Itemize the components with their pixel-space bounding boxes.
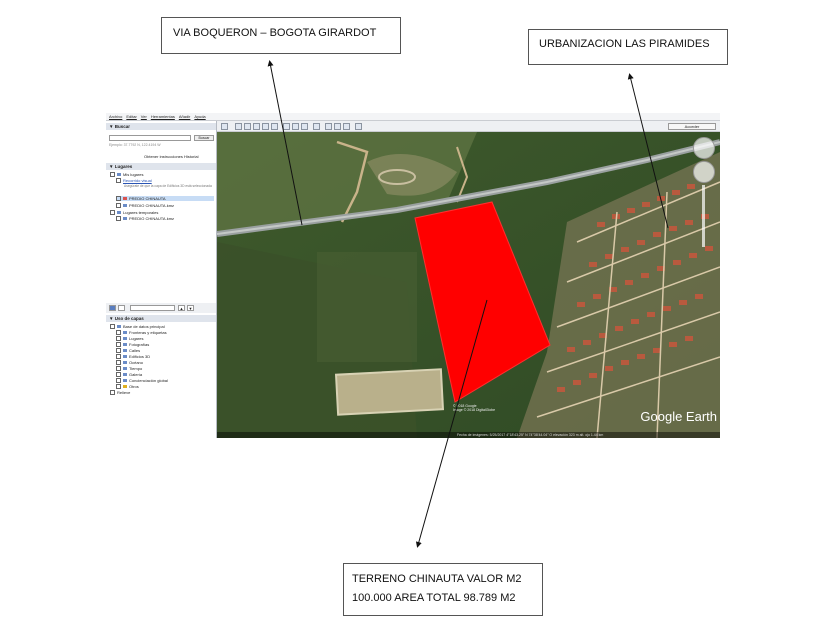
arrow-via-boqueron xyxy=(267,60,303,226)
arrow-urbanizacion xyxy=(627,73,669,229)
annotation-arrows xyxy=(267,60,669,548)
arrow-terreno xyxy=(415,299,488,548)
